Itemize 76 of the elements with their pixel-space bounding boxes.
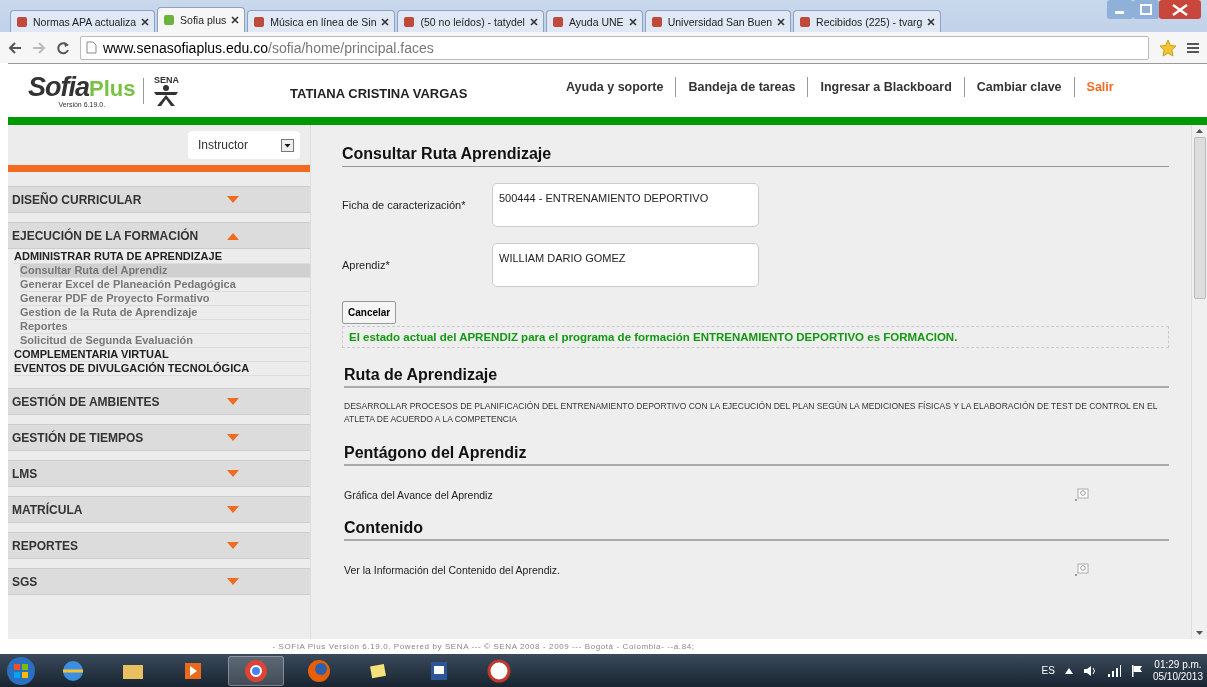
reload-icon[interactable] — [56, 40, 70, 55]
close-icon[interactable] — [628, 17, 637, 26]
menu-section[interactable]: DISEÑO CURRICULAR — [8, 186, 310, 213]
language-indicator[interactable]: ES — [1041, 665, 1055, 676]
header-link[interactable]: Bandeja de tareas — [675, 76, 808, 97]
scroll-down-icon[interactable] — [1196, 631, 1203, 635]
logo-wordmark: SofiaPlus — [28, 73, 136, 102]
header-link[interactable]: Ayuda y soporte — [554, 76, 676, 97]
section-heading: Ruta de Aprendizaje — [344, 366, 1169, 388]
signal-icon[interactable] — [1106, 664, 1121, 677]
speaker-icon[interactable] — [1082, 664, 1097, 677]
submenu-item[interactable]: Generar Excel de Planeación Pedagógica — [20, 278, 310, 292]
section-heading: Pentágono del Aprendiz — [344, 444, 1169, 466]
browser-tab[interactable]: (50 no leídos) - tatydel — [397, 10, 544, 32]
favicon-icon — [16, 15, 28, 28]
browser-tab[interactable]: Normas APA actualiza — [10, 10, 156, 32]
star-icon[interactable] — [1159, 38, 1177, 57]
submenu-item[interactable]: Gestion de la Ruta de Aprendizaje — [20, 306, 310, 320]
menu-section[interactable]: GESTIÓN DE AMBIENTES — [8, 388, 310, 415]
header-link[interactable]: Cambiar clave — [963, 76, 1074, 97]
submenu-item[interactable]: Generar PDF de Proyecto Formativo — [20, 292, 310, 306]
section-text: Ver la Información del Contenido del Aprendiz. — [344, 563, 560, 576]
role-select[interactable]: Instructor — [188, 131, 300, 159]
menu-item[interactable]: EVENTOS DE DIVULGACIÓN TECNOLÓGICA — [14, 362, 310, 376]
address-field[interactable]: www.senasofiaplus.edu.co/sofia/home/principal.faces — [80, 35, 1149, 60]
close-icon[interactable] — [141, 17, 150, 26]
close-icon[interactable] — [381, 17, 390, 26]
header-link[interactable]: Ingresar a Blackboard — [807, 76, 964, 97]
start-button-icon[interactable] — [4, 655, 38, 686]
submenu-item[interactable]: Reportes — [20, 320, 310, 334]
favicon-icon — [403, 15, 416, 28]
text-field[interactable]: 500444 - ENTRENAMIENTO DEPORTIVO — [492, 183, 759, 227]
status-message: El estado actual del APRENDIZ para el programa de formación ENTRENAMIENTO DEPORTIVO es FORMACION. — [342, 326, 1169, 348]
close-icon[interactable] — [777, 17, 786, 26]
submenu-item[interactable]: Solicitud de Segunda Evaluación — [20, 334, 310, 348]
flag-icon[interactable] — [1130, 664, 1143, 677]
menu-section[interactable]: EJECUCIÓN DE LA FORMACIÓN — [8, 222, 310, 249]
browser-tab[interactable]: Música en línea de Sin — [247, 10, 396, 32]
favicon-icon — [163, 14, 176, 26]
back-icon[interactable] — [8, 41, 22, 54]
scrollbar[interactable] — [1191, 125, 1207, 639]
menu-icon[interactable] — [1187, 41, 1199, 54]
browser-tab[interactable]: Sofia plus — [157, 7, 246, 32]
favicon-icon — [551, 15, 564, 28]
favicon-icon — [799, 15, 812, 28]
close-icon[interactable] — [927, 17, 936, 26]
favicon-icon — [650, 15, 663, 28]
emblem-icon — [152, 84, 181, 107]
footer-text: - SOFIA Plus Versión 6.19.0. Powered by SENA --- © SENA 2008 - 2009 --- Bogotá - Colombia- --a.84; — [272, 641, 695, 653]
cancel-button[interactable]: Cancelar — [342, 301, 397, 324]
favicon-icon — [253, 15, 266, 28]
page-title: Consultar Ruta Aprendizaje — [342, 145, 1169, 167]
page-icon — [86, 41, 97, 54]
menu-section[interactable]: GESTIÓN DE TIEMPOS — [8, 424, 310, 451]
user-name: TATIANA CRISTINA VARGAS — [290, 85, 469, 101]
menu-section[interactable]: REPORTES — [8, 532, 310, 559]
close-icon[interactable] — [231, 16, 240, 24]
scroll-up-icon[interactable] — [1196, 129, 1203, 133]
menu-section[interactable]: MATRÍCULA — [8, 496, 310, 523]
browser-tab[interactable]: Recibidos (225) - tvarg — [793, 10, 942, 32]
close-icon[interactable] — [529, 17, 538, 26]
menu-item[interactable]: COMPLEMENTARIA VIRTUAL — [14, 348, 310, 362]
scrollbar-thumb[interactable] — [1193, 137, 1206, 299]
org-logo-text: SENA — [153, 74, 179, 85]
tray-arrow-icon[interactable] — [1064, 667, 1073, 674]
section-text: Gráfica del Avance del Aprendiz — [344, 488, 493, 501]
text-field[interactable]: WILLIAM DARIO GOMEZ — [492, 243, 759, 287]
description-text: DESARROLLAR PROCESOS DE PLANIFICACIÓN DEL ENTRENAMIENTO DEPORTIVO CON LA EJECUCIÓN DEL PLAN SEGÚN LA MEDICIONES FÍSICAS Y LA ELABORACIÓN DE TEST DE CONTROL EN EL ATLETA DE ACUERDO A LA COMPETENCIA — [344, 400, 1159, 426]
menu-section[interactable]: LMS — [8, 460, 310, 487]
field-label: Aprendiz* — [342, 259, 391, 271]
section-heading: Contenido — [344, 519, 1169, 541]
clock[interactable]: 01:29 p.m. 05/10/2013 — [1152, 658, 1203, 683]
browser-tab[interactable]: Universidad San Buen — [644, 10, 792, 32]
field-label: Ficha de caracterización* — [342, 199, 467, 211]
menu-section[interactable]: SGS — [8, 568, 310, 595]
browser-tab[interactable]: Ayuda UNE — [545, 10, 643, 32]
